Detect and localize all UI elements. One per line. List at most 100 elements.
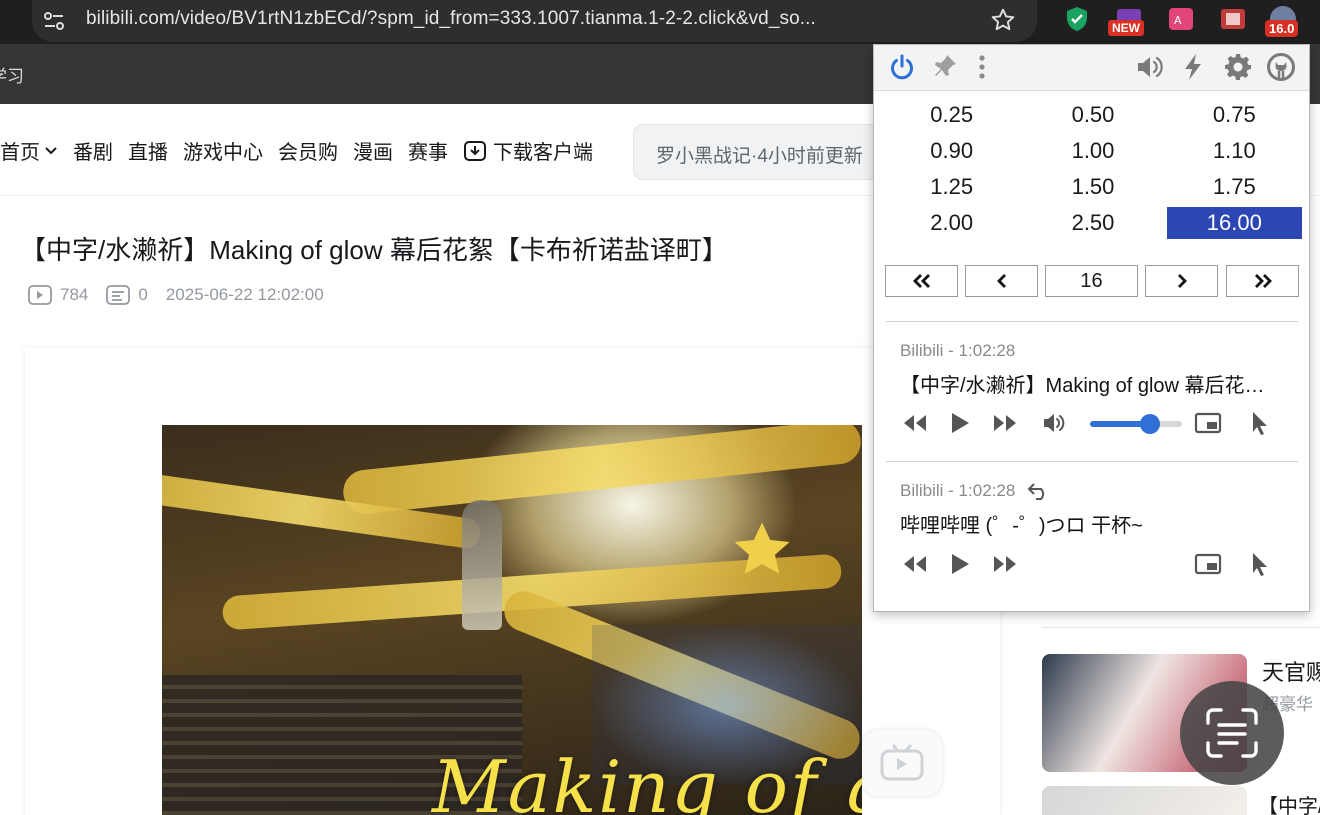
stage-ribbon bbox=[341, 425, 862, 517]
nav-anime[interactable]: 番剧 bbox=[73, 136, 113, 165]
volume-icon[interactable] bbox=[1134, 51, 1166, 83]
chevron-right-icon bbox=[1177, 274, 1187, 288]
media-source-text: Bilibili - 1:02:28 bbox=[900, 481, 1016, 500]
fast-forward-icon[interactable] bbox=[990, 548, 1020, 580]
bilibili-tv-icon[interactable] bbox=[862, 730, 942, 796]
media-title[interactable]: 哔哩哔哩 (゜-゜)つロ 干杯~ bbox=[900, 509, 1285, 538]
speed-preset-0-50[interactable]: 0.50 bbox=[1025, 99, 1160, 131]
nav-home[interactable]: 首页 bbox=[0, 136, 58, 165]
search-placeholder: 罗小黑战记·4小时前更新 bbox=[656, 146, 863, 167]
media-source: Bilibili - 1:02:28 bbox=[900, 481, 1051, 501]
cursor-icon[interactable] bbox=[1245, 407, 1275, 439]
more-icon[interactable] bbox=[966, 51, 998, 83]
pin-icon[interactable] bbox=[928, 51, 960, 83]
media-controls bbox=[900, 548, 1290, 580]
main-nav: 首页 番剧 直播 游戏中心 会员购 漫画 赛事 下载客户端 bbox=[0, 136, 608, 165]
url-text[interactable]: bilibili.com/video/BV1rtN1zbECd/?spm_id_… bbox=[86, 8, 916, 30]
speed-preset-0-75[interactable]: 0.75 bbox=[1167, 99, 1302, 131]
nav-game-center[interactable]: 游戏中心 bbox=[183, 136, 263, 165]
speed-preset-1-10[interactable]: 1.10 bbox=[1167, 135, 1302, 167]
recommend-title[interactable]: 天官赐 bbox=[1262, 655, 1320, 687]
speed-badge: 16.0 bbox=[1265, 20, 1299, 37]
bookmark-star-icon[interactable] bbox=[990, 7, 1016, 38]
speed-preset-grid: 0.25 0.50 0.75 0.90 1.00 1.10 1.25 1.50 1.75 2.00… bbox=[884, 99, 1302, 239]
speed-min-button[interactable] bbox=[885, 265, 958, 297]
video-title: 【中字/水濑祈】Making of glow 幕后花絮【卡布祈诺盐译町】 bbox=[20, 235, 728, 265]
media-controls bbox=[900, 407, 1290, 439]
speed-preset-1-75[interactable]: 1.75 bbox=[1167, 171, 1302, 203]
nav-manga[interactable]: 漫画 bbox=[353, 136, 393, 165]
lightning-icon[interactable] bbox=[1177, 51, 1209, 83]
speed-input[interactable] bbox=[1045, 265, 1138, 297]
github-icon[interactable] bbox=[1265, 51, 1297, 83]
danmaku-count: 0 bbox=[106, 285, 148, 305]
translate-extension-icon[interactable]: A bbox=[1166, 4, 1196, 34]
speed-preset-1-25[interactable]: 1.25 bbox=[884, 171, 1019, 203]
speed-controller-popup: 0.25 0.50 0.75 0.90 1.00 1.10 1.25 1.50 1.75 2.00… bbox=[873, 44, 1310, 612]
media-source: Bilibili - 1:02:28 bbox=[900, 341, 1016, 360]
image-extension-icon[interactable] bbox=[1218, 4, 1248, 34]
recommend-thumbnail[interactable] bbox=[1042, 786, 1247, 815]
download-icon bbox=[464, 140, 486, 161]
volume-icon[interactable] bbox=[1040, 407, 1070, 439]
danmaku-count-value: 0 bbox=[138, 285, 148, 304]
cursor-icon[interactable] bbox=[1245, 548, 1275, 580]
picture-in-picture-icon[interactable] bbox=[1193, 407, 1223, 439]
speed-preset-0-25[interactable]: 0.25 bbox=[884, 99, 1019, 131]
sidebar-divider bbox=[1042, 627, 1320, 628]
gear-icon[interactable] bbox=[1222, 51, 1254, 83]
media-title-text: 【中字/水濑祈】Making of glow 幕后花… bbox=[900, 375, 1265, 397]
undo-icon[interactable] bbox=[1027, 481, 1051, 501]
divider bbox=[886, 321, 1298, 322]
nav-esports[interactable]: 赛事 bbox=[408, 136, 448, 165]
play-count-icon bbox=[28, 285, 52, 305]
shield-extension-icon[interactable] bbox=[1062, 4, 1092, 34]
media-title[interactable]: 【中字/水濑祈】Making of glow 幕后花… bbox=[900, 369, 1285, 398]
speed-preset-0-90[interactable]: 0.90 bbox=[884, 135, 1019, 167]
nav-live[interactable]: 直播 bbox=[128, 136, 168, 165]
rewind-icon[interactable] bbox=[900, 407, 930, 439]
performer bbox=[462, 500, 502, 630]
publish-date: 2025-06-22 12:02:00 bbox=[165, 285, 324, 304]
speed-preset-1-00[interactable]: 1.00 bbox=[1025, 135, 1160, 167]
nav-vip-shop[interactable]: 会员购 bbox=[278, 136, 338, 165]
power-icon[interactable] bbox=[886, 51, 918, 83]
chevron-left-icon bbox=[996, 274, 1006, 288]
star-prop-icon bbox=[734, 522, 790, 574]
speed-preset-2-50[interactable]: 2.50 bbox=[1025, 207, 1160, 239]
play-icon[interactable] bbox=[945, 407, 975, 439]
play-icon[interactable] bbox=[945, 548, 975, 580]
chevron-down-icon bbox=[45, 146, 57, 154]
volume-slider-knob[interactable] bbox=[1139, 414, 1160, 434]
fast-forward-icon[interactable] bbox=[990, 407, 1020, 439]
browser-toolbar: bilibili.com/video/BV1rtN1zbECd/?spm_id_… bbox=[0, 0, 1320, 44]
speed-preset-2-00[interactable]: 2.00 bbox=[884, 207, 1019, 239]
speed-step-row bbox=[885, 265, 1299, 297]
text-scan-button[interactable] bbox=[1180, 681, 1284, 785]
picture-in-picture-icon[interactable] bbox=[1193, 548, 1223, 580]
view-count-value: 784 bbox=[60, 285, 89, 304]
bookmark-item[interactable]: 学习 bbox=[0, 62, 24, 87]
site-settings-icon[interactable] bbox=[40, 8, 68, 34]
divider bbox=[886, 461, 1298, 462]
video-meta: 784 0 2025-06-22 12:02:00 bbox=[28, 285, 342, 305]
danmaku-icon bbox=[106, 285, 131, 305]
speed-preset-16-00[interactable]: 16.00 bbox=[1166, 207, 1302, 239]
video-overlay-text: Making of glow bbox=[432, 745, 862, 815]
popup-toolbar bbox=[874, 45, 1309, 91]
nav-home-label: 首页 bbox=[0, 142, 40, 164]
double-chevron-right-icon bbox=[1254, 274, 1272, 288]
nav-download-client[interactable]: 下载客户端 bbox=[463, 136, 593, 165]
speed-preset-1-50[interactable]: 1.50 bbox=[1025, 171, 1160, 203]
nav-download-label: 下载客户端 bbox=[493, 142, 593, 164]
speed-increase-button[interactable] bbox=[1145, 265, 1218, 297]
svg-text:A: A bbox=[1174, 14, 1182, 27]
recommend-title[interactable]: 【中字/ bbox=[1258, 790, 1320, 815]
speed-decrease-button[interactable] bbox=[965, 265, 1038, 297]
media-title-text: 哔哩哔哩 (゜-゜)つロ 干杯~ bbox=[900, 515, 1143, 537]
new-badge: NEW bbox=[1108, 20, 1144, 36]
video-frame[interactable]: Making of glow bbox=[162, 425, 862, 815]
speed-max-button[interactable] bbox=[1226, 265, 1299, 297]
volume-slider[interactable] bbox=[1090, 414, 1182, 434]
rewind-icon[interactable] bbox=[900, 548, 930, 580]
